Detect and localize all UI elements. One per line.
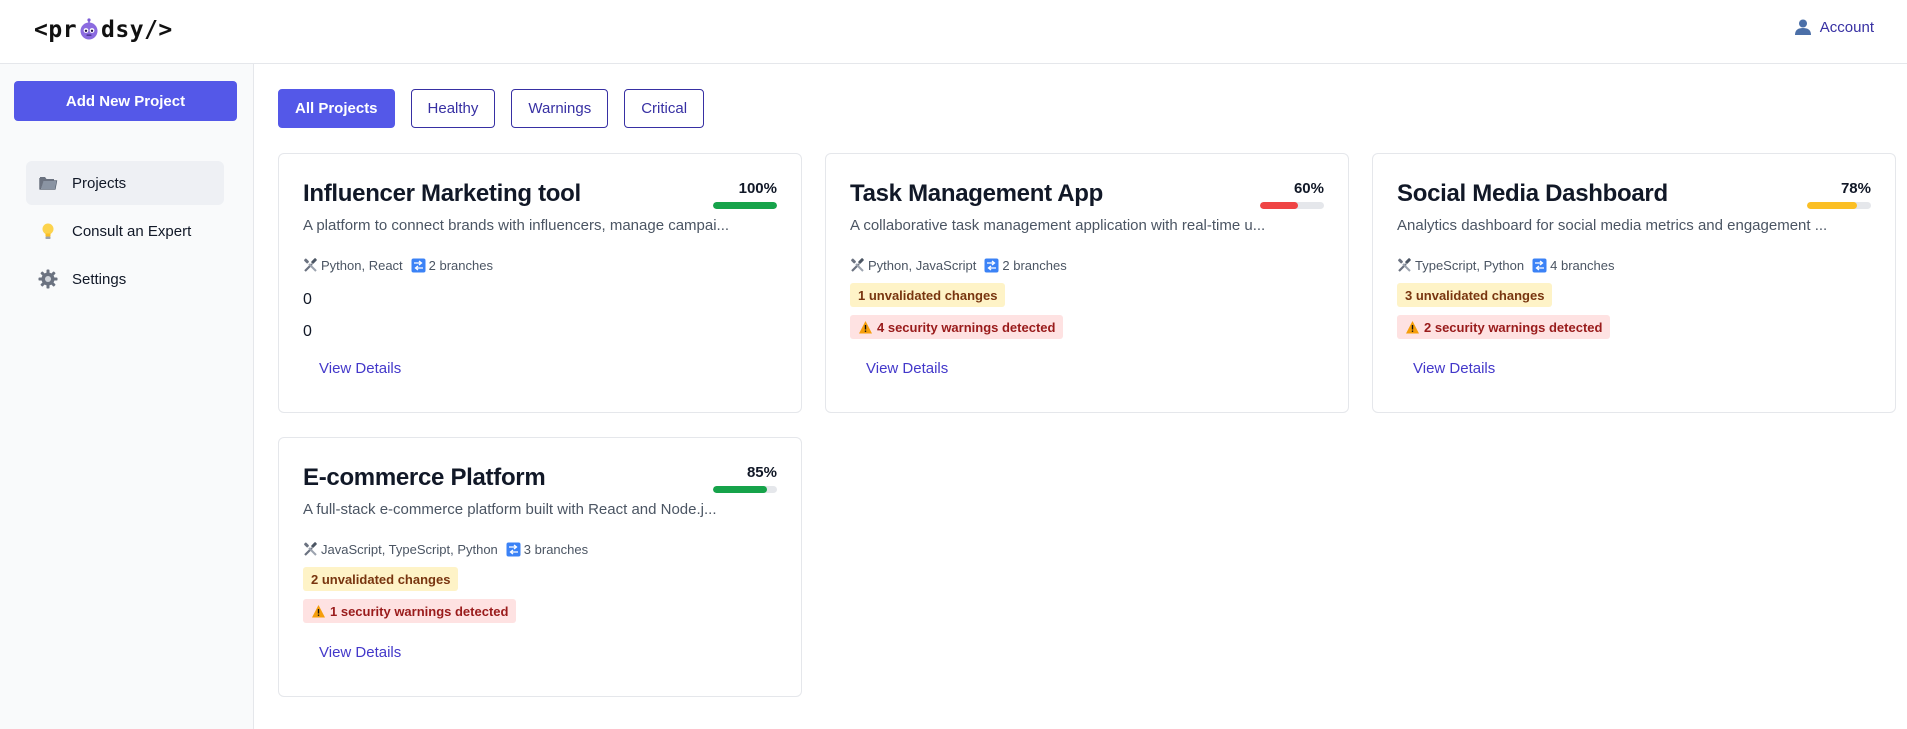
branches-text: 4 branches — [1550, 258, 1615, 273]
unvalidated-text: 3 unvalidated changes — [1405, 287, 1545, 303]
user-icon — [1794, 19, 1811, 35]
progress-fill — [1807, 202, 1857, 209]
warnings-count: 0 — [303, 323, 312, 340]
unvalidated-badge: 2 unvalidated changes — [303, 567, 459, 591]
tech-text: TypeScript, Python — [1415, 258, 1525, 273]
progress-fill — [1260, 202, 1299, 209]
progress-fill — [713, 202, 777, 209]
sidebar-item-label: Consult an Expert — [72, 222, 192, 240]
logo-text-left: <pr — [34, 17, 78, 43]
filter-bar: All Projects Healthy Warnings Critical — [278, 89, 705, 128]
branch-count: 4 branches — [1532, 258, 1614, 273]
project-title: Social Media Dashboard — [1397, 180, 1668, 207]
project-title: E-commerce Platform — [303, 464, 546, 491]
security-warning-badge: 4 security warnings detected — [850, 315, 1064, 339]
account-label: Account — [1819, 18, 1874, 36]
tech-text: Python, React — [321, 258, 403, 273]
view-details-link[interactable]: View Details — [866, 360, 948, 377]
top-header: <pr dsy/> Account — [0, 0, 1907, 64]
unvalidated-badge: 1 unvalidated changes — [850, 283, 1006, 307]
view-details-link[interactable]: View Details — [1413, 360, 1495, 377]
progress-percent: 78% — [1840, 180, 1871, 197]
app-logo[interactable]: <pr dsy/> — [34, 14, 173, 46]
sidebar-item-projects[interactable]: Projects — [26, 161, 224, 205]
security-warning-badge: 2 security warnings detected — [1397, 315, 1611, 339]
project-title: Task Management App — [850, 180, 1104, 207]
view-details-link[interactable]: View Details — [319, 360, 401, 377]
unvalidated-count: 0 — [303, 291, 312, 308]
sidebar: Add New Project Projects Consult an Expe… — [0, 64, 254, 729]
project-card: E-commerce Platform 85% A full-stack e-c… — [278, 437, 802, 697]
warning-icon — [859, 320, 872, 333]
progress-percent: 60% — [1293, 180, 1324, 197]
progress-percent: 85% — [746, 464, 777, 481]
sidebar-item-label: Projects — [72, 174, 127, 192]
robot-icon — [80, 18, 98, 40]
project-card: Influencer Marketing tool 100% A platfor… — [278, 153, 802, 413]
project-meta: JavaScript, TypeScript, Python 3 branche… — [303, 542, 596, 557]
project-meta: Python, React 2 branches — [303, 258, 501, 273]
progress-percent: 100% — [738, 180, 777, 197]
progress-bar — [1807, 202, 1871, 209]
tech-stack: Python, React — [303, 258, 403, 273]
tech-stack: TypeScript, Python — [1397, 258, 1524, 273]
warning-icon — [312, 604, 325, 617]
project-card: Social Media Dashboard 78% Analytics das… — [1372, 153, 1896, 413]
tools-icon — [851, 258, 864, 272]
security-warning-badge: 1 security warnings detected — [303, 599, 517, 623]
branches-text: 2 branches — [428, 258, 493, 273]
warnings-text: 2 security warnings detected — [1424, 319, 1603, 335]
progress-fill — [713, 486, 768, 493]
progress-bar — [713, 486, 777, 493]
tech-text: Python, JavaScript — [868, 258, 977, 273]
project-description: A collaborative task management applicat… — [850, 217, 1266, 234]
unvalidated-text: 1 unvalidated changes — [858, 287, 998, 303]
branches-icon — [506, 542, 521, 557]
sidebar-item-settings[interactable]: Settings — [26, 257, 224, 301]
lightbulb-icon — [42, 223, 54, 239]
warning-icon — [1406, 320, 1419, 333]
project-description: A platform to connect brands with influe… — [303, 217, 730, 234]
tools-icon — [304, 258, 317, 272]
project-title: Influencer Marketing tool — [303, 180, 581, 207]
warnings-text: 1 security warnings detected — [330, 603, 509, 619]
account-link[interactable]: Account — [1794, 18, 1874, 36]
progress-bar — [713, 202, 777, 209]
branches-text: 3 branches — [523, 542, 589, 557]
branches-icon — [984, 258, 999, 273]
filter-all-projects[interactable]: All Projects — [278, 89, 395, 128]
tech-text: JavaScript, TypeScript, Python — [321, 542, 498, 557]
gear-icon — [38, 269, 58, 289]
view-details-link[interactable]: View Details — [319, 644, 401, 661]
project-meta: Python, JavaScript 2 branches — [850, 258, 1075, 273]
branches-icon — [1532, 258, 1547, 273]
warnings-text: 4 security warnings detected — [877, 319, 1056, 335]
folder-icon — [39, 177, 58, 190]
add-new-project-button[interactable]: Add New Project — [14, 81, 237, 121]
logo-text-right: dsy/> — [101, 17, 173, 43]
filter-warnings[interactable]: Warnings — [511, 89, 609, 128]
tech-stack: Python, JavaScript — [850, 258, 976, 273]
tools-icon — [1398, 258, 1411, 272]
project-description: A full-stack e-commerce platform built w… — [303, 501, 717, 518]
sidebar-item-label: Settings — [72, 270, 127, 288]
filter-healthy[interactable]: Healthy — [410, 89, 496, 128]
filter-critical[interactable]: Critical — [624, 89, 705, 128]
project-card: Task Management App 60% A collaborative … — [825, 153, 1349, 413]
branches-text: 2 branches — [1002, 258, 1067, 273]
sidebar-item-consult-an-expert[interactable]: Consult an Expert — [26, 209, 224, 253]
tech-stack: JavaScript, TypeScript, Python — [303, 542, 498, 557]
project-meta: TypeScript, Python 4 branches — [1397, 258, 1622, 273]
tools-icon — [304, 542, 317, 556]
progress-bar — [1260, 202, 1324, 209]
branch-count: 2 branches — [411, 258, 493, 273]
branch-count: 2 branches — [984, 258, 1067, 273]
branch-count: 3 branches — [506, 542, 588, 557]
unvalidated-text: 2 unvalidated changes — [311, 571, 451, 587]
project-description: Analytics dashboard for social media met… — [1397, 217, 1827, 234]
branches-icon — [411, 258, 426, 273]
unvalidated-badge: 3 unvalidated changes — [1397, 283, 1553, 307]
